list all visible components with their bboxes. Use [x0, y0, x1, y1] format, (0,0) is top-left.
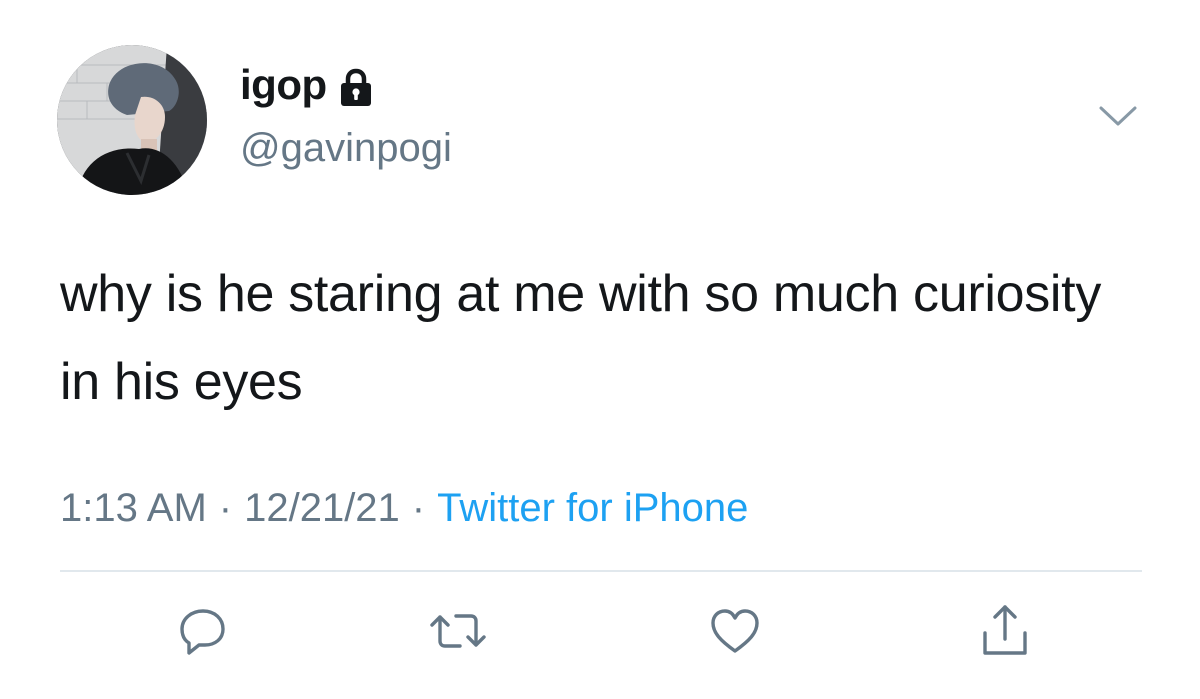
retweet-icon [428, 603, 488, 659]
tweet-text: why is he staring at me with so much cur… [60, 265, 1102, 411]
meta-separator: · [218, 486, 233, 530]
tweet-card: igop @gavinpogi why is he staring at me … [0, 0, 1200, 699]
display-name-row[interactable]: igop [240, 56, 373, 114]
share-icon [977, 601, 1033, 661]
action-bar [0, 596, 1200, 676]
like-button[interactable] [700, 596, 770, 666]
tweet-time: 1:13 AM [60, 486, 207, 530]
chevron-down-icon[interactable] [1096, 100, 1140, 130]
lock-icon [339, 65, 373, 106]
heart-icon [707, 603, 763, 659]
meta-separator: · [411, 486, 426, 530]
tweet-meta: 1:13 AM · 12/21/21 · Twitter for iPhone [60, 480, 748, 536]
avatar[interactable] [57, 45, 207, 195]
reply-icon [175, 603, 231, 659]
retweet-button[interactable] [423, 596, 493, 666]
tweet-date: 12/21/21 [244, 486, 400, 530]
user-handle[interactable]: @gavinpogi [240, 123, 452, 173]
display-name[interactable]: igop [240, 56, 327, 114]
reply-button[interactable] [168, 596, 238, 666]
tweet-source-link[interactable]: Twitter for iPhone [437, 486, 748, 530]
share-button[interactable] [970, 596, 1040, 666]
divider [60, 570, 1142, 572]
avatar-photo [57, 45, 207, 195]
